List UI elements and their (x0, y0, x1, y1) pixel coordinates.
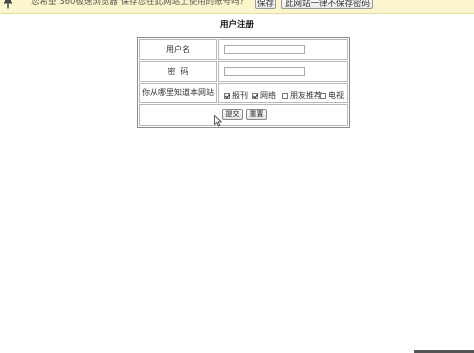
option-label: 网络 (260, 91, 276, 100)
password-input-cell (218, 61, 348, 82)
mouse-cursor-icon (214, 115, 223, 127)
never-save-password-button[interactable]: 此网站一律不保存密码 (281, 0, 373, 9)
username-label: 用户名 (166, 45, 190, 54)
friend-checkbox[interactable] (282, 92, 288, 99)
save-password-button[interactable]: 保存 (255, 0, 276, 9)
option-newspaper[interactable]: 报刊 (224, 90, 248, 101)
option-tv[interactable]: 电视 (320, 90, 344, 101)
password-save-bar: 您希望 360极速浏览器 保存您在此网站上使用的账号吗？ 保存 此网站一律不保存… (0, 0, 474, 14)
username-label-cell: 用户名 (139, 39, 217, 60)
page-title: 用户注册 (219, 20, 254, 30)
newspaper-checkbox[interactable] (224, 92, 230, 99)
registration-form-table: 用户名 密 码 你从哪里知道本网站 报刊 网络 朋友推荐 电视 提交 重置 (137, 37, 350, 128)
reset-button[interactable]: 重置 (246, 109, 267, 120)
password-input[interactable] (224, 67, 305, 76)
source-options-cell: 报刊 网络 朋友推荐 电视 (218, 83, 348, 103)
password-bar-message: 您希望 360极速浏览器 保存您在此网站上使用的账号吗？ (31, 0, 249, 7)
pin-icon (4, 0, 12, 9)
source-label-cell: 你从哪里知道本网站 (139, 83, 217, 103)
buttons-cell: 提交 重置 (139, 104, 348, 126)
password-label-cell: 密 码 (139, 61, 217, 82)
option-label: 电视 (328, 91, 344, 100)
submit-button[interactable]: 提交 (222, 109, 243, 120)
option-friend[interactable]: 朋友推荐 (282, 90, 322, 101)
password-label: 密 码 (167, 67, 189, 76)
username-input-cell (218, 39, 348, 60)
option-internet[interactable]: 网络 (252, 90, 276, 101)
option-label: 朋友推荐 (290, 91, 322, 100)
internet-checkbox[interactable] (252, 92, 258, 99)
option-label: 报刊 (232, 91, 248, 100)
source-label: 你从哪里知道本网站 (142, 88, 214, 97)
tv-checkbox[interactable] (320, 92, 326, 99)
username-input[interactable] (224, 45, 305, 54)
